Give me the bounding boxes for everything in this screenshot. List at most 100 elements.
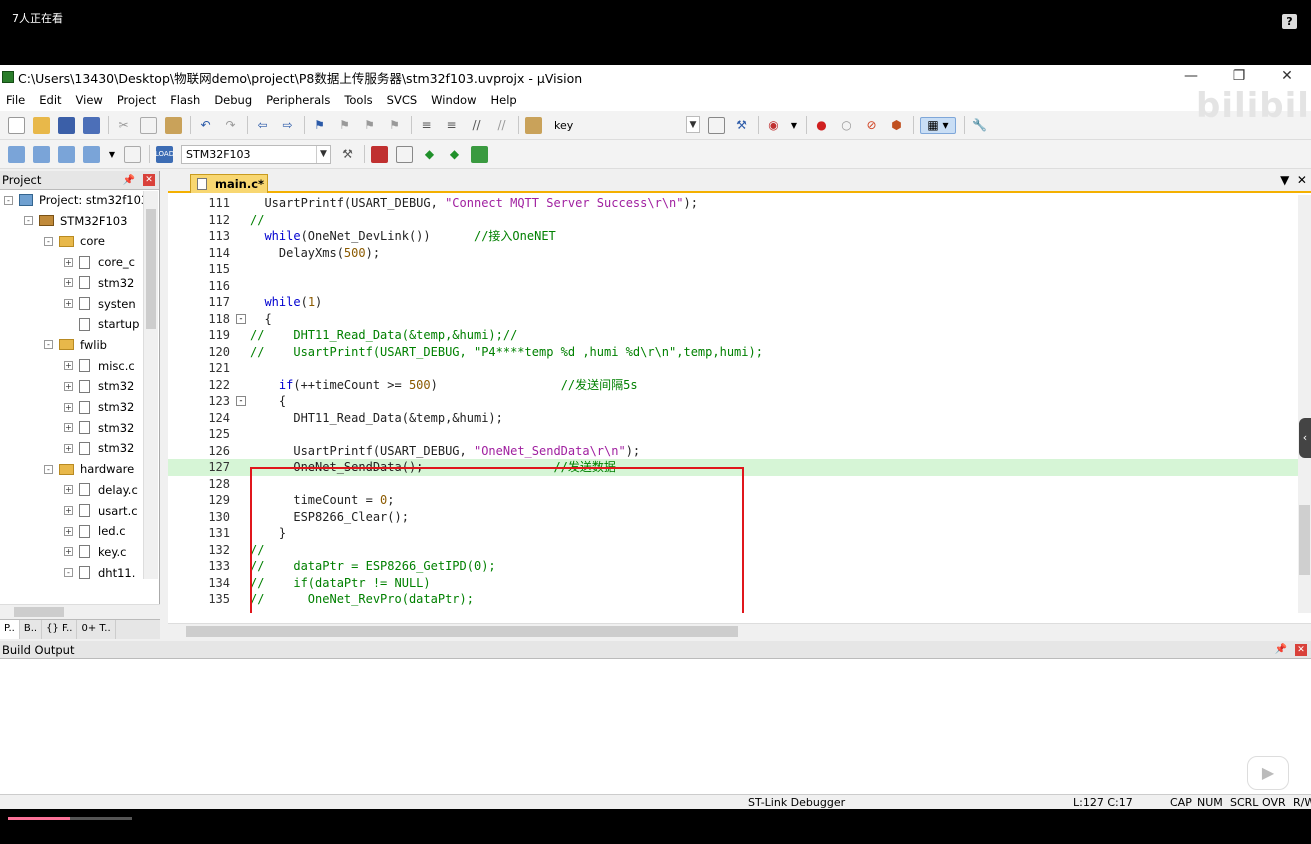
find-combo[interactable]: key ▼ <box>550 115 700 135</box>
tree-item[interactable]: + stm32 <box>64 376 134 396</box>
scrollbar-thumb[interactable] <box>14 607 64 617</box>
code-line[interactable]: 132 // <box>168 542 1298 559</box>
video-progress-bar[interactable] <box>8 817 132 820</box>
tree-item[interactable]: + stm32 <box>64 273 134 293</box>
redo-icon[interactable]: ↷ <box>222 117 239 134</box>
fold-icon[interactable]: - <box>236 313 246 324</box>
menu-project[interactable]: Project <box>117 93 156 107</box>
clear-bookmarks-icon[interactable]: ⚑ <box>386 117 403 134</box>
debug-session-icon[interactable]: ◉ <box>765 117 782 134</box>
undo-icon[interactable]: ↶ <box>197 117 214 134</box>
code-line[interactable]: 113 while(OneNet_DevLink()) //接入OneNET <box>168 228 1298 245</box>
download-icon[interactable]: LOAD <box>155 145 174 163</box>
code-line[interactable]: 118- { <box>168 311 1298 328</box>
collapse-icon[interactable]: - <box>44 236 53 246</box>
tree-item[interactable]: - dht11. <box>64 563 135 583</box>
tree-item[interactable]: + delay.c <box>64 480 138 500</box>
editor-horizontal-scrollbar[interactable] <box>168 623 1311 639</box>
menu-window[interactable]: Window <box>431 93 476 107</box>
tree-item[interactable]: startup <box>64 314 139 334</box>
target-options-icon[interactable]: ⚒ <box>339 146 356 163</box>
tree-item[interactable]: + stm32 <box>64 397 134 417</box>
collapse-icon[interactable]: - <box>44 464 53 474</box>
tree-item[interactable]: + usart.c <box>64 501 138 521</box>
code-line[interactable]: 135 // OneNet_RevPro(dataPtr); <box>168 591 1298 608</box>
code-line[interactable]: 116 <box>168 278 1298 295</box>
run-time-environment-icon[interactable] <box>471 145 488 163</box>
menu-debug[interactable]: Debug <box>214 93 252 107</box>
prev-bookmark-icon[interactable]: ⚑ <box>336 117 353 134</box>
collapse-icon[interactable]: - <box>64 568 73 578</box>
find-icon[interactable] <box>708 116 725 134</box>
expand-icon[interactable]: + <box>64 547 73 557</box>
code-line[interactable]: 124 DHT11_Read_Data(&temp,&humi); <box>168 410 1298 427</box>
breakpoint-clear-icon[interactable]: ⊘ <box>863 117 880 134</box>
help-icon[interactable]: ? <box>1282 14 1297 29</box>
expand-icon[interactable]: + <box>64 381 73 391</box>
new-file-icon[interactable] <box>8 116 25 134</box>
tree-item[interactable]: + led.c <box>64 521 126 541</box>
incremental-find-icon[interactable]: ⚒ <box>733 117 750 134</box>
translate-icon[interactable] <box>8 145 25 163</box>
code-line[interactable]: 112 // <box>168 212 1298 229</box>
expand-icon[interactable]: + <box>64 485 73 495</box>
code-line[interactable]: 119 // DHT11_Read_Data(&temp,&humi);// <box>168 327 1298 344</box>
tree-item[interactable]: + key.c <box>64 542 126 562</box>
collapse-icon[interactable]: - <box>4 195 13 205</box>
editor-vertical-scrollbar[interactable] <box>1298 195 1311 613</box>
menu-view[interactable]: View <box>76 93 103 107</box>
scrollbar-thumb[interactable] <box>1299 505 1310 575</box>
code-line[interactable]: 129 timeCount = 0; <box>168 492 1298 509</box>
code-line[interactable]: 134 // if(dataPtr != NULL) <box>168 575 1298 592</box>
menu-help[interactable]: Help <box>491 93 517 107</box>
expand-icon[interactable]: + <box>64 402 73 412</box>
code-line[interactable]: 111 UsartPrintf(USART_DEBUG, "Connect MQ… <box>168 195 1298 212</box>
manage-components-icon[interactable] <box>371 145 388 163</box>
tree-vertical-scrollbar[interactable] <box>143 191 158 579</box>
expand-icon[interactable]: + <box>64 423 73 433</box>
batch-build-icon[interactable] <box>83 145 100 163</box>
expand-icon[interactable]: + <box>64 299 73 308</box>
expand-icon[interactable]: + <box>64 278 73 288</box>
code-line[interactable]: 120 // UsartPrintf(USART_DEBUG, "P4****te… <box>168 344 1298 361</box>
expand-icon[interactable]: + <box>64 443 73 453</box>
scrollbar-thumb[interactable] <box>146 209 156 329</box>
bookmark-icon[interactable]: ⚑ <box>311 117 328 134</box>
tree-item[interactable]: - hardware <box>44 459 134 479</box>
tree-item[interactable]: + stm32 <box>64 438 134 458</box>
chevron-down-icon[interactable]: ▼ <box>316 145 330 163</box>
menu-tools[interactable]: Tools <box>344 93 372 107</box>
close-icon[interactable]: ✕ <box>1295 644 1307 656</box>
code-line[interactable]: 130 ESP8266_Clear(); <box>168 509 1298 526</box>
tab-project[interactable]: P.. <box>0 620 20 639</box>
save-all-icon[interactable] <box>83 116 100 134</box>
navigate-back-icon[interactable]: ⇦ <box>254 117 271 134</box>
code-line[interactable]: 123- { <box>168 393 1298 410</box>
tab-templates[interactable]: 0+ T.. <box>77 620 116 639</box>
build-output-scrollbar[interactable] <box>0 772 1300 786</box>
tree-item[interactable]: - Project: stm32f103 <box>4 190 148 210</box>
close-icon[interactable]: ✕ <box>143 174 155 186</box>
window-layout-icon[interactable]: ▦ ▾ <box>920 116 956 134</box>
stop-build-icon[interactable] <box>124 145 141 163</box>
breakpoint-kill-icon[interactable]: ⬢ <box>888 117 905 134</box>
play-icon[interactable]: ▶ <box>1247 756 1289 790</box>
code-line[interactable]: 122 if(++timeCount >= 500) //发送间隔5s <box>168 377 1298 394</box>
code-line[interactable]: 126 UsartPrintf(USART_DEBUG, "OneNet_Sen… <box>168 443 1298 460</box>
code-line[interactable]: 133 // dataPtr = ESP8266_GetIPD(0); <box>168 558 1298 575</box>
chevron-down-icon[interactable]: ▼ <box>108 146 116 163</box>
tree-item[interactable]: - core <box>44 231 105 251</box>
copy-icon[interactable] <box>140 116 157 134</box>
target-select[interactable]: STM32F103 ▼ <box>181 144 331 164</box>
collapse-icon[interactable]: - <box>44 340 53 350</box>
code-line[interactable]: 114 DelayXms(500); <box>168 245 1298 262</box>
tree-item[interactable]: - fwlib <box>44 335 107 355</box>
tab-books[interactable]: B.. <box>20 620 43 639</box>
tab-functions[interactable]: {} F.. <box>42 620 78 639</box>
chevron-down-icon[interactable]: ▼ <box>686 115 700 133</box>
save-icon[interactable] <box>58 116 75 134</box>
build-icon[interactable] <box>33 145 50 163</box>
code-line[interactable]: 115 <box>168 261 1298 278</box>
open-file-icon[interactable] <box>33 116 50 134</box>
expand-icon[interactable]: + <box>64 361 73 371</box>
